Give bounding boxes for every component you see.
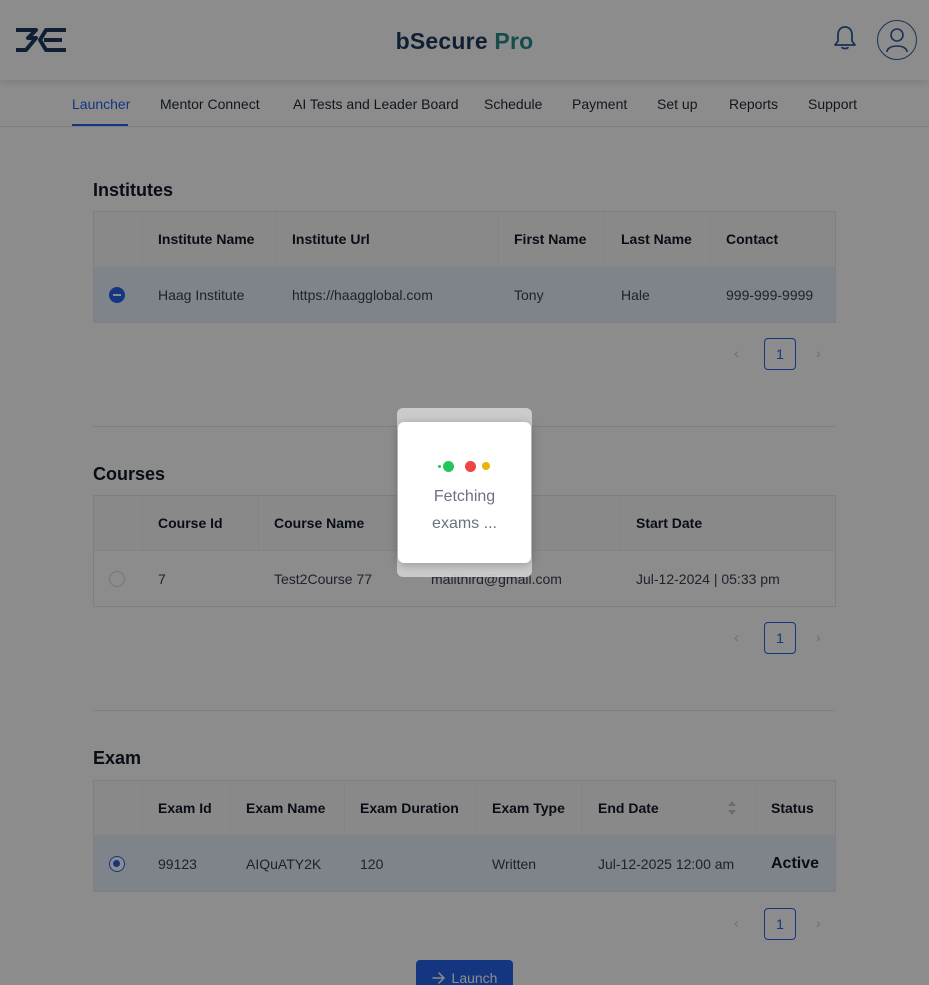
loading-dot [438,465,441,468]
loading-dot [443,461,454,472]
loading-dot [482,462,490,470]
loading-dot [465,461,476,472]
loader-text-line1: Fetching [433,488,496,505]
loader-text-line2: exams ... [432,515,497,532]
loading-dialog: Fetching exams ... [398,422,531,563]
